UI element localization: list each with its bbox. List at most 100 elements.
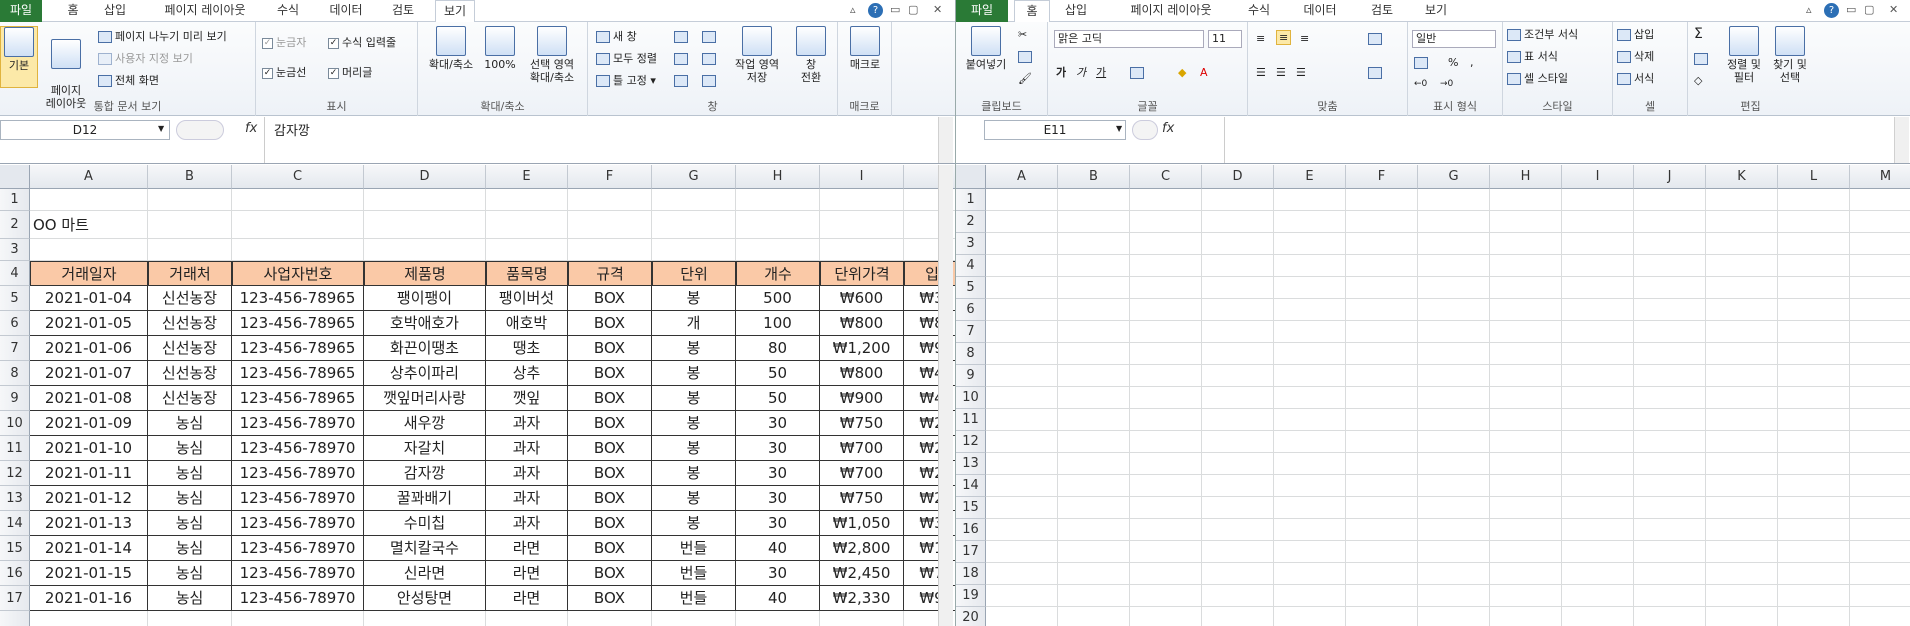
wrap-text-button[interactable] (1368, 32, 1385, 45)
grid-cell[interactable] (1418, 497, 1490, 519)
row-header[interactable]: 6 (0, 311, 30, 336)
grid-cell[interactable] (652, 211, 736, 239)
name-box[interactable]: E11 (984, 120, 1126, 140)
grid-cell[interactable] (1274, 585, 1346, 607)
tab-review[interactable]: 검토 (1361, 0, 1403, 22)
italic-button[interactable]: 가 (1076, 66, 1086, 79)
grid-cell[interactable] (1274, 453, 1346, 475)
grid-cell[interactable]: 멸치칼국수 (364, 536, 486, 561)
grid-cell[interactable] (1850, 563, 1910, 585)
grid-cell[interactable] (1202, 541, 1274, 563)
grid-cell[interactable] (1778, 387, 1850, 409)
grid-cell[interactable] (1418, 607, 1490, 626)
grid-cell[interactable] (1346, 453, 1418, 475)
grid-cell[interactable]: BOX (568, 436, 652, 461)
grid-cell[interactable] (1706, 563, 1778, 585)
grid-cell[interactable] (1706, 189, 1778, 211)
grid-cell[interactable] (1850, 453, 1910, 475)
grid-cell[interactable] (1490, 453, 1562, 475)
row-header[interactable]: 1 (956, 189, 986, 211)
grid-cell[interactable] (1202, 431, 1274, 453)
format-painter-button[interactable]: 🖌 (1018, 72, 1032, 85)
grid-cell[interactable] (1274, 409, 1346, 431)
grid-cell[interactable] (1850, 233, 1910, 255)
column-header[interactable]: J (1634, 165, 1706, 189)
row-header[interactable]: 7 (0, 336, 30, 361)
grid-cell[interactable] (1346, 189, 1418, 211)
grid-cell[interactable] (1634, 563, 1706, 585)
grid-cell[interactable] (1418, 343, 1490, 365)
grid-cell[interactable]: 사업자번호 (232, 261, 364, 286)
percent-button[interactable]: % (1448, 56, 1458, 69)
grid-cell[interactable]: 123-456-78965 (232, 361, 364, 386)
grid-cell[interactable] (1058, 497, 1130, 519)
row-header[interactable]: 3 (956, 233, 986, 255)
grid-cell[interactable] (1634, 299, 1706, 321)
grid-cell[interactable] (1202, 299, 1274, 321)
grid-cell[interactable]: 30 (736, 511, 820, 536)
conditional-formatting-button[interactable]: 조건부 서식 (1507, 28, 1578, 41)
grid-cell[interactable] (1346, 563, 1418, 585)
grid-cell[interactable] (986, 563, 1058, 585)
view-side-by-side-button[interactable] (702, 30, 719, 43)
grid-cell[interactable]: 농심 (148, 461, 232, 486)
grid-cell[interactable] (1490, 189, 1562, 211)
grid-cell[interactable]: 2021-01-11 (30, 461, 148, 486)
grid-cell[interactable] (1202, 585, 1274, 607)
grid-cell[interactable]: 새우깡 (364, 411, 486, 436)
grid-cell[interactable] (1418, 255, 1490, 277)
grid-cell[interactable] (1418, 541, 1490, 563)
ribbon-minimize-icon[interactable]: ▵ (850, 3, 856, 16)
row-header[interactable]: 2 (956, 211, 986, 233)
grid-cell[interactable] (1634, 497, 1706, 519)
grid-cell[interactable] (1346, 519, 1418, 541)
grid-cell[interactable] (1274, 541, 1346, 563)
grid-cell[interactable] (1418, 453, 1490, 475)
grid-cell[interactable] (1130, 189, 1202, 211)
grid-cell[interactable] (148, 211, 232, 239)
grid-cell[interactable]: 농심 (148, 586, 232, 611)
row-header[interactable]: 19 (956, 585, 986, 607)
close-icon[interactable]: ✕ (1889, 3, 1898, 16)
grid-cell[interactable] (1418, 321, 1490, 343)
help-icon[interactable]: ? (1824, 3, 1839, 18)
grid-cell[interactable] (232, 611, 364, 626)
grid-cell[interactable] (1850, 607, 1910, 626)
grid-cell[interactable] (1706, 277, 1778, 299)
align-left-button[interactable]: ☰ (1256, 66, 1266, 79)
grid-cell[interactable] (1130, 475, 1202, 497)
grid-cell[interactable] (232, 189, 364, 211)
grid-cell[interactable] (1058, 299, 1130, 321)
grid-cell[interactable] (1490, 607, 1562, 626)
grid-cell[interactable]: 봉 (652, 286, 736, 311)
window-restore-icon[interactable]: ▢ (908, 3, 918, 16)
grid-cell[interactable]: 농심 (148, 561, 232, 586)
row-header[interactable]: 4 (956, 255, 986, 277)
grid-cell[interactable] (1130, 453, 1202, 475)
grid-cell[interactable] (986, 189, 1058, 211)
formula-expand-scroll[interactable] (938, 117, 953, 163)
grid-cell[interactable] (1706, 321, 1778, 343)
column-header[interactable]: I (820, 165, 904, 189)
grid-cell[interactable] (364, 611, 486, 626)
grid-cell[interactable] (1706, 255, 1778, 277)
grid-cell[interactable] (232, 211, 364, 239)
grid-cell[interactable]: 30 (736, 561, 820, 586)
macros-button[interactable]: 매크로 (842, 26, 888, 71)
grid-cell[interactable] (1130, 277, 1202, 299)
grid-cell[interactable]: 신선농장 (148, 361, 232, 386)
grid-cell[interactable]: ₩2,330 (820, 586, 904, 611)
grid-cell[interactable] (1490, 387, 1562, 409)
grid-cell[interactable]: ₩750 (820, 411, 904, 436)
grid-cell[interactable]: 123-456-78970 (232, 411, 364, 436)
grid-cell[interactable] (1274, 233, 1346, 255)
grid-cell[interactable] (1850, 431, 1910, 453)
grid-cell[interactable] (1778, 541, 1850, 563)
grid-cell[interactable]: ₩700 (820, 461, 904, 486)
grid-cell[interactable]: 라면 (486, 586, 568, 611)
grid-cell[interactable] (1058, 475, 1130, 497)
grid-cell[interactable] (1634, 233, 1706, 255)
copy-button[interactable] (1018, 50, 1035, 63)
grid-cell[interactable] (1706, 497, 1778, 519)
grid-cell[interactable] (986, 299, 1058, 321)
